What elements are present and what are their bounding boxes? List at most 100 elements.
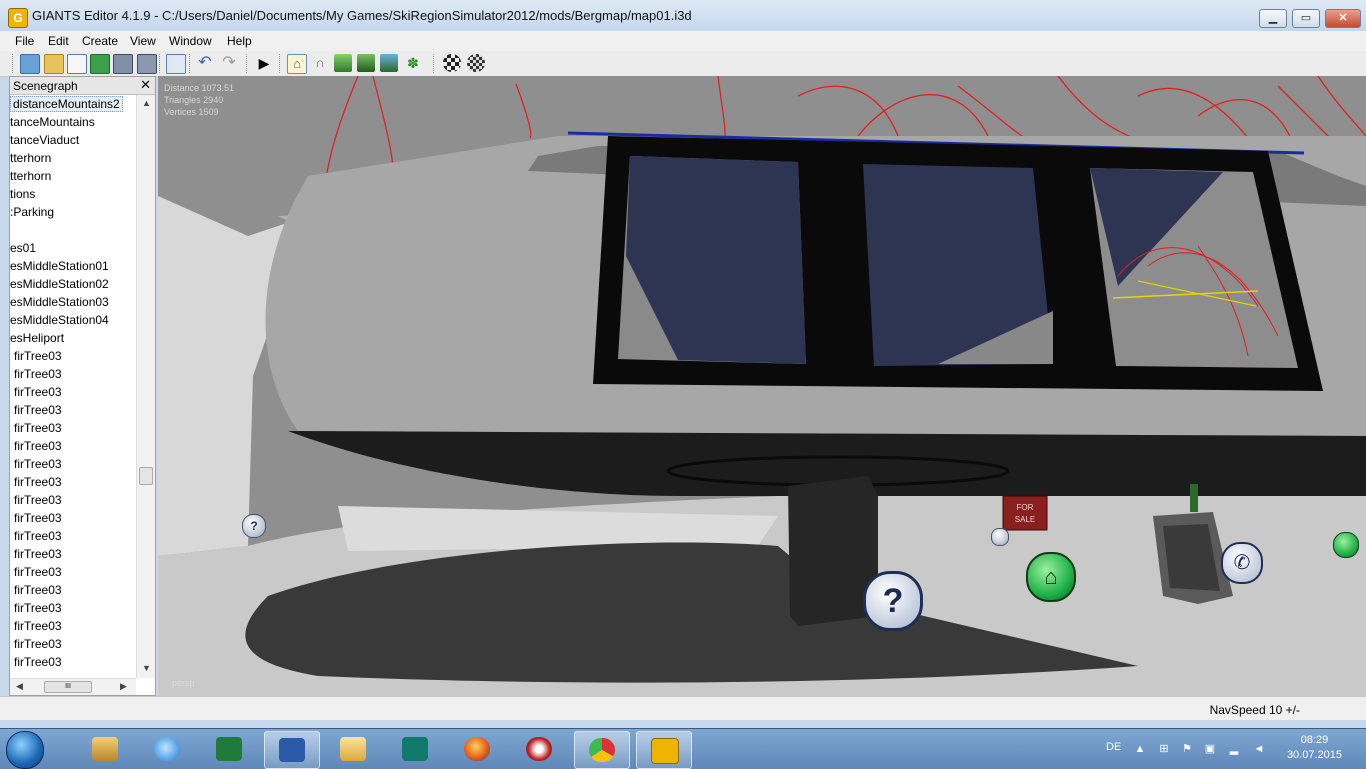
taskbar-chrome[interactable] (574, 731, 630, 769)
info-icon-tiny[interactable] (991, 528, 1009, 546)
undo-icon[interactable]: ↶ (196, 54, 214, 72)
tray-expand-icon[interactable]: ▲ (1133, 742, 1147, 756)
menu-file[interactable]: File (15, 34, 34, 48)
tree-item[interactable]: tions (10, 185, 136, 203)
tree-item[interactable]: firTree03 (10, 527, 136, 545)
tree-item[interactable]: firTree03 (10, 383, 136, 401)
checker-flag-icon[interactable] (443, 54, 461, 72)
system-clock[interactable]: 08:29 30.07.2015 (1287, 733, 1342, 763)
tree-item[interactable]: firTree03 (10, 473, 136, 491)
tree-item[interactable]: firTree03 (10, 419, 136, 437)
close-icon[interactable]: ✕ (140, 77, 151, 93)
taskbar-excel[interactable] (202, 731, 256, 767)
taskbar-firefox[interactable] (450, 731, 504, 767)
home-icon-distant[interactable] (1333, 532, 1359, 558)
tree-item[interactable]: :Parking (10, 203, 136, 221)
terrain-paint-icon[interactable] (357, 54, 375, 72)
device-icon[interactable]: ▣ (1203, 742, 1217, 756)
vertical-scrollbar[interactable]: ▲ ▼ (136, 95, 155, 678)
tree-item[interactable]: esMiddleStation04 (10, 311, 136, 329)
menu-edit[interactable]: Edit (48, 34, 69, 48)
tree-item[interactable]: firTree03 (10, 437, 136, 455)
taskbar-word[interactable] (264, 731, 320, 769)
tree-item[interactable]: firTree03 (10, 635, 136, 653)
horizontal-scrollbar[interactable]: ◀ III ▶ (10, 678, 136, 695)
maximize-button[interactable]: ▭ (1292, 9, 1320, 28)
scenegraph-header: Scenegraph ✕ (10, 77, 155, 95)
scroll-left-icon[interactable]: ◀ (16, 681, 23, 692)
start-button[interactable] (6, 731, 44, 769)
close-button[interactable]: ✕ (1325, 9, 1361, 28)
tree-item[interactable]: esMiddleStation02 (10, 275, 136, 293)
tree-item[interactable]: esMiddleStation01 (10, 257, 136, 275)
horizontal-scroll-thumb[interactable]: III (44, 681, 92, 693)
windows-flag-icon[interactable]: ⊞ (1157, 742, 1171, 756)
action-center-flag-icon[interactable]: ⚑ (1180, 742, 1194, 756)
question-icon-large[interactable]: ? (863, 571, 923, 631)
window-bottom-edge (0, 720, 1366, 728)
menu-create[interactable]: Create (82, 34, 118, 48)
scroll-down-icon[interactable]: ▼ (142, 663, 151, 673)
taskbar-game[interactable] (512, 731, 566, 767)
menu-view[interactable]: View (130, 34, 156, 48)
tree-item[interactable]: esHeliport (10, 329, 136, 347)
tree-item[interactable]: firTree03 (10, 347, 136, 365)
tree-item[interactable]: es01 (10, 239, 136, 257)
refresh-icon[interactable] (90, 54, 110, 74)
import-icon[interactable] (166, 54, 186, 74)
tools-folder-icon (92, 737, 118, 761)
tree-item[interactable]: firTree03 (10, 581, 136, 599)
home-icon[interactable]: ⌂ (1026, 552, 1076, 602)
vertical-scroll-thumb[interactable] (139, 467, 153, 485)
document-icon[interactable] (67, 54, 87, 74)
tree-item[interactable]: tanceViaduct (10, 131, 136, 149)
language-indicator[interactable]: DE (1106, 741, 1121, 753)
open-folder-icon[interactable] (44, 54, 64, 74)
tree-item[interactable]: firTree03 (10, 455, 136, 473)
tree-item[interactable]: firTree03 (10, 563, 136, 581)
phone-icon[interactable]: ✆ (1221, 542, 1263, 584)
tree-item[interactable]: firTree03 (10, 653, 136, 671)
scenegraph-tree[interactable]: distanceMountains2 tanceMountains tanceV… (10, 95, 136, 678)
tree-item[interactable]: firTree03 (10, 401, 136, 419)
3d-viewport[interactable]: FOR SALE ? ? ⌂ ✆ Distance 1073.51 Triang… (158, 76, 1366, 696)
taskbar-publisher[interactable] (388, 731, 442, 767)
new-scene-icon[interactable] (20, 54, 40, 74)
question-icon-small[interactable]: ? (242, 514, 266, 538)
tree-item[interactable]: tanceMountains (10, 113, 136, 131)
save-icon[interactable] (113, 54, 133, 74)
tree-item[interactable]: firTree03 (10, 365, 136, 383)
toolbar-grip[interactable] (12, 54, 15, 73)
save-as-icon[interactable] (137, 54, 157, 74)
foliage-icon[interactable]: ✽ (404, 54, 422, 72)
taskbar-file-explorer[interactable] (326, 731, 380, 767)
magnet-icon[interactable]: ∩ (311, 54, 329, 72)
taskbar-ie[interactable] (140, 731, 194, 767)
menu-help[interactable]: Help (227, 34, 252, 48)
taskbar-giants-editor[interactable] (636, 731, 692, 769)
tree-item[interactable]: tterhorn (10, 167, 136, 185)
tree-item[interactable]: firTree03 (10, 491, 136, 509)
taskbar-explorer-tools[interactable] (78, 731, 132, 767)
volume-muted-icon[interactable]: ◄ (1252, 742, 1266, 756)
redo-icon[interactable]: ↷ (220, 54, 238, 72)
scroll-up-icon[interactable]: ▲ (142, 98, 151, 108)
tree-item[interactable]: esMiddleStation03 (10, 293, 136, 311)
tree-item[interactable]: firTree03 (10, 599, 136, 617)
select-mode-icon[interactable]: ⌂ (287, 54, 307, 74)
giants-app-icon[interactable]: G (8, 8, 28, 28)
minimize-button[interactable]: ▁ (1259, 9, 1287, 28)
tree-item[interactable] (10, 221, 136, 239)
checker-flag-alt-icon[interactable] (467, 54, 485, 72)
menu-window[interactable]: Window (169, 34, 212, 48)
play-icon[interactable]: ▶ (255, 54, 273, 72)
tree-item[interactable]: firTree03 (10, 617, 136, 635)
tree-item[interactable]: tterhorn (10, 149, 136, 167)
scroll-right-icon[interactable]: ▶ (120, 681, 127, 692)
tree-item[interactable]: firTree03 (10, 545, 136, 563)
network-signal-icon[interactable]: ▂ (1227, 742, 1241, 756)
terrain-icon[interactable] (334, 54, 352, 72)
tree-item[interactable]: firTree03 (10, 509, 136, 527)
terrain-height-icon[interactable] (380, 54, 398, 72)
tree-item[interactable]: distanceMountains2 (10, 95, 136, 113)
